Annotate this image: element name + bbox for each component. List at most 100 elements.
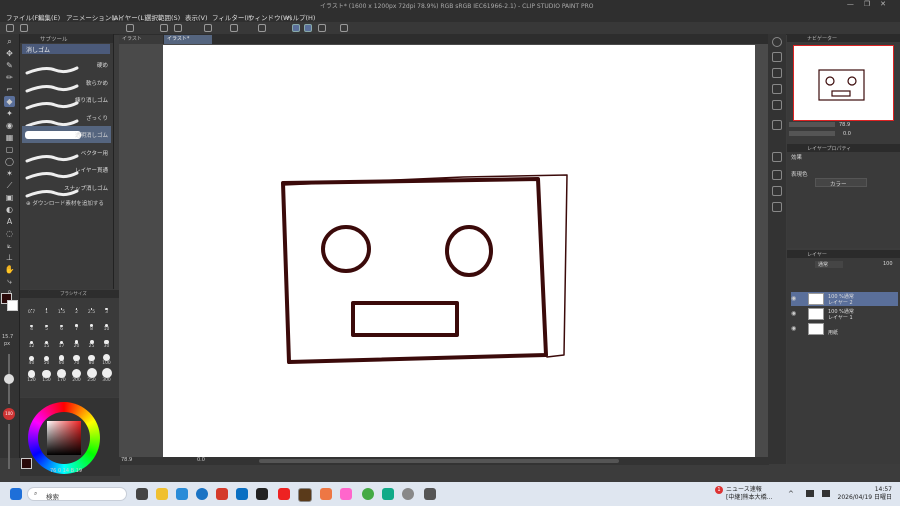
tab-illust-1[interactable]: イラスト bbox=[119, 35, 163, 44]
figure-tool-icon[interactable]: ▢ bbox=[4, 144, 15, 155]
subtool-brush-item[interactable]: 軟らかめ bbox=[22, 74, 111, 92]
network-icon[interactable] bbox=[806, 490, 814, 497]
brush-size-preset[interactable]: 15 bbox=[39, 334, 54, 349]
layer-row[interactable]: ◉ 用紙 bbox=[791, 322, 898, 336]
snap-ruler-icon[interactable] bbox=[292, 24, 300, 32]
brush-size-preset[interactable]: 7 bbox=[69, 317, 84, 332]
lasso-tool-icon[interactable]: ◯ bbox=[4, 156, 15, 167]
brush-size-preset[interactable]: 8 bbox=[84, 317, 99, 332]
menu-filter[interactable]: フィルター(I) bbox=[212, 12, 251, 22]
brush-size-preset[interactable]: 170 bbox=[54, 368, 69, 383]
edge-icon[interactable] bbox=[196, 488, 208, 500]
clear-icon[interactable] bbox=[204, 24, 212, 32]
settings-icon[interactable] bbox=[402, 488, 414, 500]
ruler-icon[interactable] bbox=[340, 24, 348, 32]
zoom-tool-icon[interactable]: ⌕ bbox=[4, 36, 15, 47]
line-tool-icon[interactable]: ⟀ bbox=[4, 240, 15, 251]
drawing-paper[interactable] bbox=[163, 45, 755, 459]
operation-tool-icon[interactable]: ◐ bbox=[4, 204, 15, 215]
eye-icon[interactable]: ◉ bbox=[791, 295, 796, 302]
redo-icon[interactable] bbox=[174, 24, 182, 32]
clip-studio-launcher-icon[interactable] bbox=[424, 488, 436, 500]
auto-select-icon[interactable]: ✶ bbox=[4, 168, 15, 179]
start-icon[interactable] bbox=[10, 488, 22, 500]
volume-icon[interactable] bbox=[822, 490, 830, 497]
color-set-icon[interactable] bbox=[772, 170, 782, 180]
maximize-button[interactable]: ❐ bbox=[864, 0, 880, 8]
layer-row[interactable]: ◉ 100 %通常 レイヤー 2 bbox=[791, 292, 898, 306]
eye-icon[interactable]: ◉ bbox=[791, 325, 796, 332]
outlook-icon[interactable] bbox=[236, 488, 248, 500]
material-icon[interactable] bbox=[772, 52, 782, 62]
expression-color-select[interactable]: カラー bbox=[815, 178, 867, 188]
gradient-tool-icon[interactable]: ▦ bbox=[4, 132, 15, 143]
pen-tool-icon[interactable]: ✎ bbox=[4, 60, 15, 71]
undo-icon[interactable] bbox=[160, 24, 168, 32]
eraser-tool-icon[interactable]: ◆ bbox=[4, 96, 15, 107]
blend-tool-icon[interactable]: ✦ bbox=[4, 108, 15, 119]
brush-size-preset[interactable]: 12 bbox=[24, 334, 39, 349]
subtool-group-tab[interactable]: 消しゴム bbox=[22, 44, 110, 54]
brush-size-preset[interactable]: 0.7 bbox=[24, 300, 39, 315]
brush-size-preset[interactable]: 2 bbox=[69, 300, 84, 315]
brush-size-preset[interactable]: 50 bbox=[39, 351, 54, 366]
ruler-tool-icon[interactable]: ⊥ bbox=[4, 252, 15, 263]
youtube-icon[interactable] bbox=[278, 488, 290, 500]
file-explorer-icon[interactable] bbox=[156, 488, 168, 500]
frame-tool-icon[interactable]: ▣ bbox=[4, 192, 15, 203]
tray-chevron-icon[interactable]: ^ bbox=[788, 490, 794, 498]
fill-tool-icon[interactable]: ◉ bbox=[4, 120, 15, 131]
brush-size-preset[interactable]: 100 bbox=[99, 351, 114, 366]
nav-zoom-slider[interactable] bbox=[789, 122, 835, 127]
tab-illust-2[interactable]: イラスト* bbox=[164, 35, 212, 44]
photos-icon[interactable] bbox=[216, 488, 228, 500]
brush-size-preset[interactable]: 25 bbox=[84, 334, 99, 349]
app-icon[interactable] bbox=[320, 488, 332, 500]
horizontal-scrollbar[interactable] bbox=[259, 459, 619, 463]
main-color-swatch[interactable] bbox=[21, 458, 32, 469]
brush-size-preset[interactable]: 300 bbox=[99, 368, 114, 383]
save-icon[interactable] bbox=[126, 24, 134, 32]
pencil-tool-icon[interactable]: ✏ bbox=[4, 72, 15, 83]
intermediate-color-icon[interactable] bbox=[772, 186, 782, 196]
menu-selection[interactable]: 選択範囲(S) bbox=[145, 12, 180, 22]
brush-size-preset[interactable]: 1.5 bbox=[54, 300, 69, 315]
search-input[interactable]: ⌕ 検索 bbox=[27, 487, 127, 501]
chrome-icon[interactable] bbox=[362, 488, 374, 500]
terminal-icon[interactable] bbox=[256, 488, 268, 500]
clock[interactable]: 14:57 2026/04/19 日曜日 bbox=[838, 486, 893, 502]
close-button[interactable]: ✕ bbox=[880, 0, 896, 8]
layer-row[interactable]: ◉ 100 %通常 レイヤー 1 bbox=[791, 307, 898, 321]
opacity-slider[interactable] bbox=[8, 424, 10, 469]
move-tool-icon[interactable]: ✥ bbox=[4, 48, 15, 59]
brush-size-preset[interactable]: 5 bbox=[39, 317, 54, 332]
news-widget[interactable]: ニュース速報 [中継]熊本大橋... bbox=[726, 486, 772, 502]
brush-size-preset[interactable]: 4 bbox=[24, 317, 39, 332]
menu-file[interactable]: ファイル(F) bbox=[6, 12, 41, 22]
copilot-icon[interactable] bbox=[176, 488, 188, 500]
correct-line-icon[interactable]: ⤷ bbox=[4, 276, 15, 287]
navigator-toggle-icon[interactable] bbox=[772, 37, 782, 47]
snap-grid-icon[interactable] bbox=[318, 24, 326, 32]
brush-size-preset[interactable]: 17 bbox=[54, 334, 69, 349]
layer-search-icon[interactable] bbox=[772, 120, 782, 130]
brush-size-preset[interactable]: 10 bbox=[99, 317, 114, 332]
brush-size-preset[interactable]: 1 bbox=[39, 300, 54, 315]
brush-size-preset[interactable]: 20 bbox=[69, 334, 84, 349]
brush-tool-icon[interactable]: ⌐ bbox=[4, 84, 15, 95]
subtool-brush-item[interactable]: 硬め bbox=[22, 56, 111, 75]
subtool-brush-item[interactable]: 透明消しゴム bbox=[22, 126, 111, 143]
snap-special-ruler-icon[interactable] bbox=[304, 24, 312, 32]
menu-help[interactable]: ヘルプ(H) bbox=[286, 12, 315, 22]
navigator-thumbnail[interactable] bbox=[793, 45, 894, 121]
task-view-icon[interactable] bbox=[136, 488, 148, 500]
deselect-icon[interactable] bbox=[258, 24, 266, 32]
opacity-indicator[interactable]: 100 bbox=[3, 408, 15, 420]
brush-size-preset[interactable]: 80 bbox=[84, 351, 99, 366]
brush-size-preset[interactable]: 120 bbox=[24, 368, 39, 383]
minimize-button[interactable]: — bbox=[847, 0, 864, 8]
clip-studio-icon[interactable] bbox=[298, 488, 312, 502]
eye-icon[interactable]: ◉ bbox=[791, 310, 796, 317]
history-icon[interactable] bbox=[772, 84, 782, 94]
nav-rotation-slider[interactable] bbox=[789, 131, 835, 136]
